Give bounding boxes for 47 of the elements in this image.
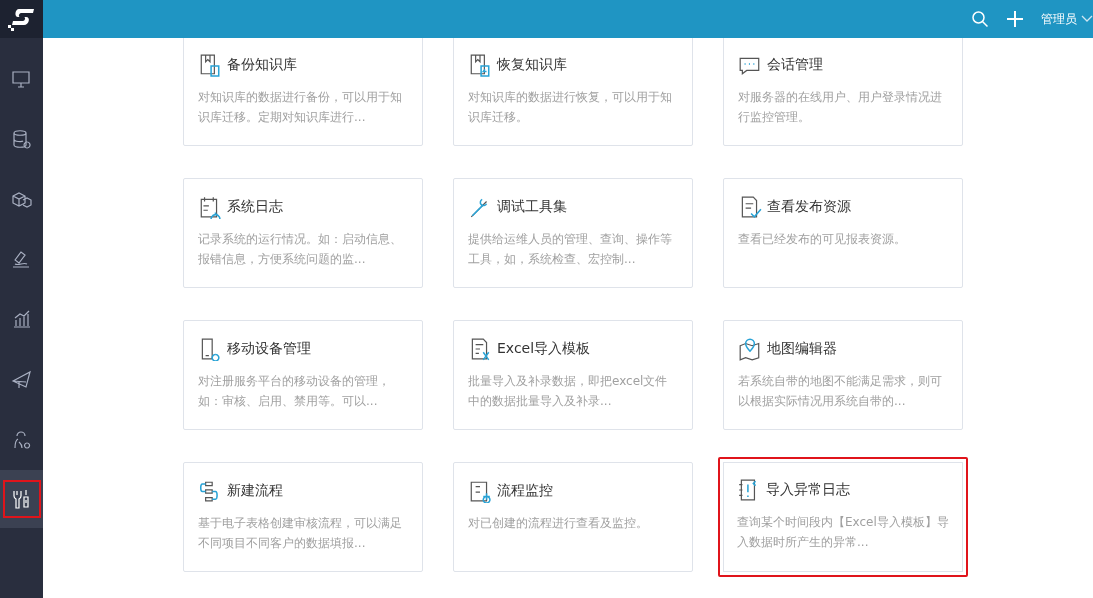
- card-description: 对已创建的流程进行查看及监控。: [468, 515, 649, 532]
- card-description: 基于电子表格创建审核流程，可以满足不同项目不同客户的数据填报...: [198, 515, 403, 552]
- card-description: 批量导入及补录数据，即把excel文件中的数据批量导入及补录...: [468, 373, 669, 410]
- card-title: 流程监控: [497, 482, 553, 500]
- flow-monitor-icon: [468, 479, 492, 503]
- logo-icon: [6, 6, 37, 32]
- card-description: 对服务器的在线用户、用户登录情况进行监控管理。: [738, 89, 943, 126]
- tools-icon: [2, 480, 41, 518]
- tool-card[interactable]: Excel导入模板 批量导入及补录数据，即把excel文件中的数据批量导入及补录...: [453, 320, 693, 430]
- tool-card[interactable]: 恢复知识库 对知识库的数据进行恢复，可以用于知识库迁移。: [453, 38, 693, 146]
- card-description: 查看已经发布的可见报表资源。: [738, 231, 907, 248]
- card-title: 调试工具集: [497, 198, 567, 216]
- card-description: 记录系统的运行情况。如：启动信息、报错信息，方便系统问题的监...: [198, 231, 403, 268]
- tool-card[interactable]: 查看发布资源 查看已经发布的可见报表资源。: [723, 178, 963, 288]
- card-title: 会话管理: [767, 56, 823, 74]
- tool-card[interactable]: 移动设备管理 对注册服务平台的移动设备的管理，如：审核、启用、禁用等。可以...: [183, 320, 423, 430]
- add-icon[interactable]: [1007, 11, 1023, 27]
- card-description: 对知识库的数据进行恢复，可以用于知识库迁移。: [468, 89, 673, 126]
- card-title: 查看发布资源: [767, 198, 851, 216]
- card-description: 查询某个时间段内【Excel导入模板】导入数据时所产生的异常...: [737, 514, 949, 551]
- search-icon[interactable]: [971, 10, 989, 28]
- tool-card[interactable]: 调试工具集 提供给运维人员的管理、查询、操作等工具，如，系统检查、宏控制...: [453, 178, 693, 288]
- card-title: Excel导入模板: [497, 340, 591, 358]
- chevron-down-icon[interactable]: [1081, 15, 1093, 23]
- card-title: 新建流程: [227, 482, 283, 500]
- sidebar-item[interactable]: [0, 470, 43, 528]
- card-description: 对知识库的数据进行备份，可以用于知识库迁移。定期对知识库进行...: [198, 89, 403, 126]
- card-title: 移动设备管理: [227, 340, 311, 358]
- book-restore-icon: [468, 53, 492, 77]
- card-description: 若系统自带的地图不能满足需求，则可以根据实际情况用系统自带的...: [738, 373, 943, 410]
- map-pin-icon: [738, 337, 762, 361]
- tool-card[interactable]: 流程监控 对已创建的流程进行查看及监控。: [453, 462, 693, 572]
- tool-card[interactable]: 新建流程 基于电子表格创建审核流程，可以满足不同项目不同客户的数据填报...: [183, 462, 423, 572]
- card-title: 系统日志: [227, 198, 283, 216]
- tool-card[interactable]: 备份知识库 对知识库的数据进行备份，可以用于知识库迁移。定期对知识库进行...: [183, 38, 423, 146]
- card-description: 对注册服务平台的移动设备的管理，如：审核、启用、禁用等。可以...: [198, 373, 391, 410]
- card-title: 地图编辑器: [767, 340, 837, 358]
- tool-card[interactable]: 地图编辑器 若系统自带的地图不能满足需求，则可以根据实际情况用系统自带的...: [723, 320, 963, 430]
- card-title: 恢复知识库: [497, 56, 567, 74]
- calendar-clock-icon: [198, 195, 222, 219]
- card-title: 备份知识库: [227, 56, 297, 74]
- book-copy-icon: [198, 53, 222, 77]
- card-title: 导入异常日志: [766, 481, 850, 499]
- tool-card[interactable]: 导入异常日志 查询某个时间段内【Excel导入模板】导入数据时所产生的异常...: [718, 457, 968, 577]
- card-description: 提供给运维人员的管理、查询、操作等工具，如，系统检查、宏控制...: [468, 231, 673, 268]
- tool-card[interactable]: 系统日志 记录系统的运行情况。如：启动信息、报错信息，方便系统问题的监...: [183, 178, 423, 288]
- tool-card[interactable]: 会话管理 对服务器的在线用户、用户登录情况进行监控管理。: [723, 38, 963, 146]
